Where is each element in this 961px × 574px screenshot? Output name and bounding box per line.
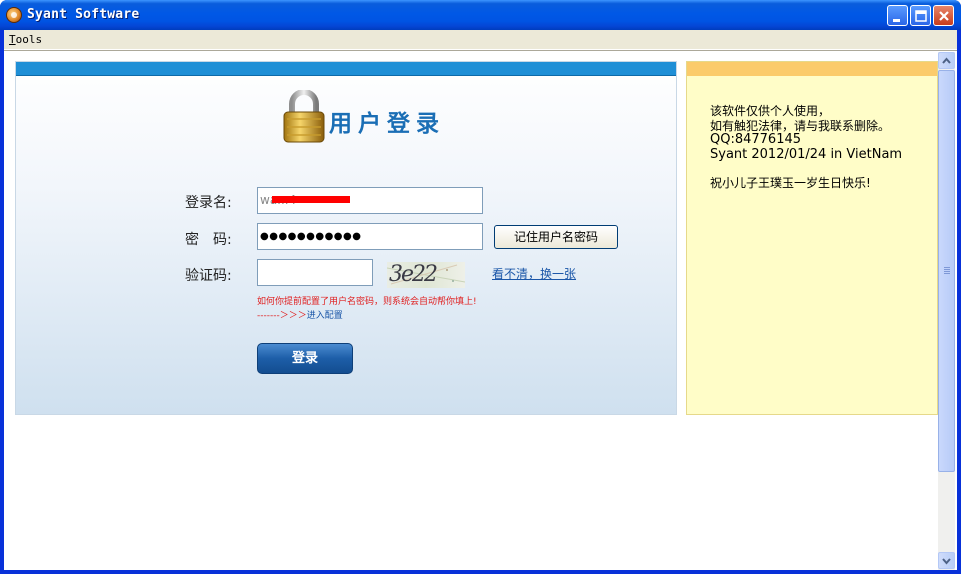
menu-separator [4, 50, 957, 52]
open-config-link[interactable]: 进入配置 [307, 311, 343, 321]
password-input[interactable]: ●●●●●●●●●●● [257, 223, 483, 250]
menu-tools-accel: T [9, 33, 16, 46]
scroll-down-button[interactable] [938, 552, 955, 569]
client-area: Tools 用户登录 登录名: 密 码: ●●●●●●●●●●● 记住用户名密码… [4, 30, 957, 570]
captcha-input[interactable] [257, 259, 373, 286]
grip-line [944, 271, 950, 272]
info-panel: 该软件仅供个人使用， 如有触犯法律，请与我联系删除。 QQ:84776145 S… [686, 61, 938, 415]
login-panel: 用户登录 登录名: wa...4 密 码: ●●●●●●●●●●● 记住用户名密… [15, 61, 677, 415]
info-line: 祝小儿子王璞玉一岁生日快乐! [710, 176, 871, 190]
info-line: QQ:84776145 [710, 132, 802, 147]
title-bar[interactable]: Syant Software [0, 0, 961, 30]
menu-bar: Tools [4, 30, 957, 50]
close-button[interactable] [933, 5, 954, 26]
login-button[interactable]: 登录 [257, 343, 353, 374]
app-icon[interactable] [6, 7, 22, 23]
refresh-captcha-link[interactable]: 看不清，换一张 [492, 265, 576, 282]
config-hint: -------＞＞＞进入配置 [257, 308, 343, 321]
config-hint-arrow: -------＞＞＞ [257, 311, 307, 321]
window-title: Syant Software [27, 7, 140, 22]
redaction-mark [272, 196, 350, 203]
minimize-icon [893, 19, 900, 22]
lock-icon [283, 90, 325, 143]
maximize-button[interactable] [910, 5, 931, 26]
info-panel-header [687, 62, 937, 76]
login-title: 用户登录 [329, 111, 445, 137]
autofill-hint: 如何你提前配置了用户名密码，则系统会自动帮你填上! [257, 297, 477, 307]
scrollbar-thumb[interactable] [938, 70, 955, 472]
login-panel-header [16, 62, 676, 76]
arrow-down-icon [942, 558, 951, 565]
menu-tools-label: ools [15, 33, 43, 46]
captcha-label: 验证码: [185, 268, 232, 284]
grip-line [944, 269, 950, 270]
username-label: 登录名: [185, 195, 232, 211]
remember-credentials-button[interactable]: 记住用户名密码 [494, 225, 618, 249]
scroll-up-button[interactable] [938, 52, 955, 69]
minimize-button[interactable] [887, 5, 908, 26]
grip-line [944, 273, 950, 274]
menu-tools[interactable]: Tools [9, 33, 42, 46]
grip-line [944, 267, 950, 268]
password-label: 密 码: [185, 232, 232, 248]
captcha-image[interactable]: 3e22 [386, 262, 466, 288]
arrow-up-icon [942, 57, 951, 64]
maximize-icon [915, 10, 927, 22]
close-icon [939, 11, 949, 21]
vertical-scrollbar[interactable] [938, 52, 955, 570]
application-window: Syant Software Tools 用户登录 登录名: 密 码: ●●●●… [0, 0, 961, 574]
captcha-text: 3e22 [389, 262, 438, 287]
info-line: Syant 2012/01/24 in VietNam [710, 147, 903, 162]
username-input[interactable]: wa...4 [257, 187, 483, 214]
